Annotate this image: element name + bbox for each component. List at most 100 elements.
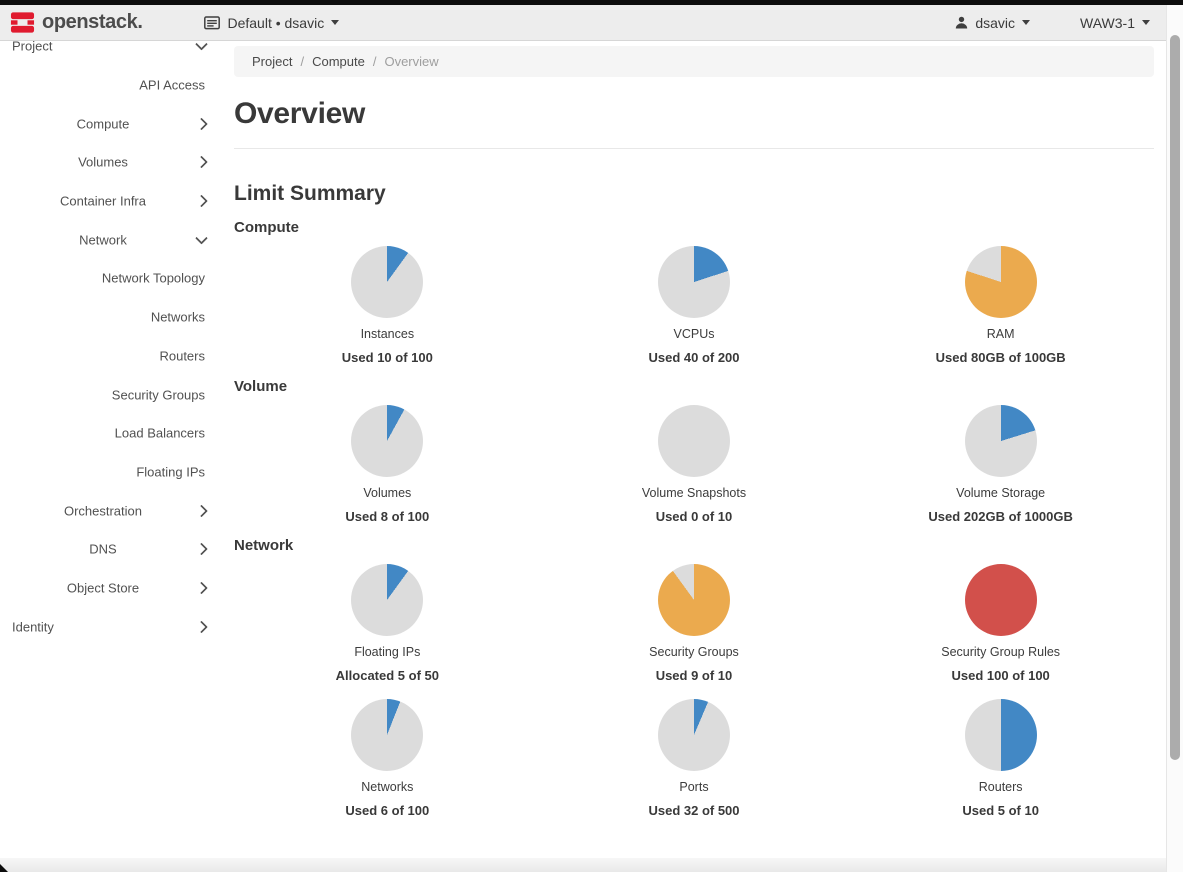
- sidebar-item-load-balancers[interactable]: Load Balancers: [0, 414, 228, 453]
- chart-grid-compute: Instances Used 10 of 100 VCPUsUsed 40 of 2…: [234, 246, 1154, 365]
- pie-chart-volumes: [351, 405, 423, 477]
- quota-chart-routers: Routers Used 5 of 10: [847, 699, 1154, 818]
- sidebar-item-api-access[interactable]: API Access: [0, 66, 228, 105]
- project-context-switcher[interactable]: Default • dsavic: [204, 15, 339, 31]
- chart-caption: Used 32 of 500: [648, 803, 739, 818]
- region-menu-label: WAW3-1: [1080, 15, 1135, 31]
- quota-chart-vcpus: VCPUsUsed 40 of 200: [541, 246, 848, 365]
- caret-down-icon: [1022, 20, 1030, 25]
- openstack-logo-icon: [10, 10, 35, 35]
- pie-chart-routers: [965, 699, 1037, 771]
- sidebar-item-label: Identity: [0, 619, 228, 634]
- quota-chart-volumes: Volumes Used 8 of 100: [234, 405, 541, 524]
- breadcrumb-item-project[interactable]: Project: [252, 54, 292, 69]
- quota-chart-volume-snapshots: Volume SnapshotsUsed 0 of 10: [541, 405, 848, 524]
- pie-chart-vcpus: [658, 246, 730, 318]
- chart-label: Routers: [979, 780, 1023, 794]
- pie-chart-volume-snapshots: [658, 405, 730, 477]
- sidebar-item-orchestration[interactable]: Orchestration: [0, 491, 228, 530]
- sidebar-item-label: DNS: [0, 542, 228, 557]
- chart-label: RAM: [987, 327, 1015, 341]
- sidebar-item-label: Project: [0, 41, 228, 54]
- quota-chart-volume-storage: Volume Storage Used 202GB of 1000GB: [847, 405, 1154, 524]
- sidebar-item-label: Orchestration: [0, 503, 228, 518]
- chart-label: Security Group Rules: [941, 645, 1060, 659]
- sidebar-item-container-infra[interactable]: Container Infra: [0, 182, 228, 221]
- pie-chart-floating-ips: [351, 564, 423, 636]
- group-heading-volume: Volume: [234, 378, 1166, 395]
- sidebar-item-label: API Access: [0, 78, 228, 93]
- domain-list-icon: [204, 16, 220, 30]
- sidebar-item-network[interactable]: Network: [0, 220, 228, 259]
- top-navbar: openstack. Default • dsavic dsavic: [0, 5, 1166, 41]
- pie-chart-ports: [658, 699, 730, 771]
- quota-chart-security-groups: Security GroupsUsed 9 of 10: [541, 564, 848, 683]
- chart-label: Ports: [679, 780, 708, 794]
- chart-caption: Used 80GB of 100GB: [936, 350, 1066, 365]
- chart-caption: Used 10 of 100: [342, 350, 433, 365]
- context-switcher-label: Default • dsavic: [227, 15, 324, 31]
- chart-caption: Used 8 of 100: [345, 509, 429, 524]
- scrollbar-thumb[interactable]: [1170, 35, 1180, 760]
- sidebar-item-object-store[interactable]: Object Store: [0, 569, 228, 608]
- sidebar: Project API Access Compute Volumes Container…: [0, 41, 228, 858]
- sidebar-item-networks[interactable]: Networks: [0, 298, 228, 337]
- chart-caption: Used 5 of 10: [962, 803, 1039, 818]
- sidebar-item-project[interactable]: Project: [0, 41, 228, 66]
- divider: [234, 148, 1154, 149]
- breadcrumb-separator: /: [373, 54, 377, 69]
- user-menu[interactable]: dsavic: [955, 15, 1030, 31]
- chart-grid-network: Floating IPs Allocated 5 of 50 Security Gr…: [234, 564, 1154, 818]
- region-menu[interactable]: WAW3-1: [1080, 15, 1150, 31]
- sidebar-item-label: Networks: [0, 310, 228, 325]
- quota-chart-security-group-rules: Security Group Rules Used 100 of 100: [847, 564, 1154, 683]
- main-content: Project/Compute/Overview Overview Limit …: [228, 41, 1166, 872]
- pie-chart-networks: [351, 699, 423, 771]
- sidebar-item-identity[interactable]: Identity: [0, 607, 228, 646]
- sidebar-item-label: Security Groups: [0, 387, 228, 402]
- quota-chart-networks: NetworksUsed 6 of 100: [234, 699, 541, 818]
- chart-label: Volumes: [363, 486, 411, 500]
- sidebar-item-label: Container Infra: [0, 194, 228, 209]
- group-heading-network: Network: [234, 537, 1166, 554]
- sidebar-item-label: Volumes: [0, 155, 228, 170]
- sidebar-item-floating-ips[interactable]: Floating IPs: [0, 453, 228, 492]
- chart-caption: Used 100 of 100: [952, 668, 1050, 683]
- sidebar-item-label: Network Topology: [0, 271, 228, 286]
- chart-caption: Used 40 of 200: [648, 350, 739, 365]
- pie-chart-instances: [351, 246, 423, 318]
- sidebar-item-label: Network: [0, 232, 228, 247]
- chart-caption: Allocated 5 of 50: [336, 668, 439, 683]
- user-icon: [955, 16, 968, 29]
- page-title: Overview: [234, 97, 1166, 131]
- openstack-brand[interactable]: openstack.: [10, 10, 142, 35]
- group-heading-compute: Compute: [234, 219, 1166, 236]
- caret-down-icon: [331, 20, 339, 25]
- limit-summary-groups: Compute Instances Used 10 of 100 VCPUsUsed …: [228, 219, 1166, 818]
- chart-label: Volume Storage: [956, 486, 1045, 500]
- limit-summary-heading: Limit Summary: [234, 182, 1166, 206]
- pie-chart-security-groups: [658, 564, 730, 636]
- breadcrumb-item-compute[interactable]: Compute: [312, 54, 365, 69]
- window-bottom-edge: [0, 858, 1166, 872]
- sidebar-item-security-groups[interactable]: Security Groups: [0, 375, 228, 414]
- pie-chart-security-group-rules: [965, 564, 1037, 636]
- pie-chart-ram: [965, 246, 1037, 318]
- chart-label: Floating IPs: [354, 645, 420, 659]
- sidebar-item-compute[interactable]: Compute: [0, 104, 228, 143]
- chart-label: Security Groups: [649, 645, 739, 659]
- chart-label: Instances: [361, 327, 415, 341]
- scrollbar-track[interactable]: [1166, 5, 1183, 872]
- quota-chart-ram: RAM Used 80GB of 100GB: [847, 246, 1154, 365]
- sidebar-nav-list: Project API Access Compute Volumes Container…: [0, 41, 228, 646]
- brand-wordmark: openstack.: [42, 11, 142, 34]
- chart-caption: Used 202GB of 1000GB: [928, 509, 1073, 524]
- sidebar-item-volumes[interactable]: Volumes: [0, 143, 228, 182]
- sidebar-item-network-topology[interactable]: Network Topology: [0, 259, 228, 298]
- sidebar-item-label: Floating IPs: [0, 464, 228, 479]
- sidebar-item-dns[interactable]: DNS: [0, 530, 228, 569]
- chart-grid-volume: Volumes Used 8 of 100 Volume SnapshotsUsed…: [234, 405, 1154, 524]
- breadcrumb-item-overview: Overview: [384, 54, 438, 69]
- quota-chart-instances: Instances Used 10 of 100: [234, 246, 541, 365]
- sidebar-item-routers[interactable]: Routers: [0, 337, 228, 376]
